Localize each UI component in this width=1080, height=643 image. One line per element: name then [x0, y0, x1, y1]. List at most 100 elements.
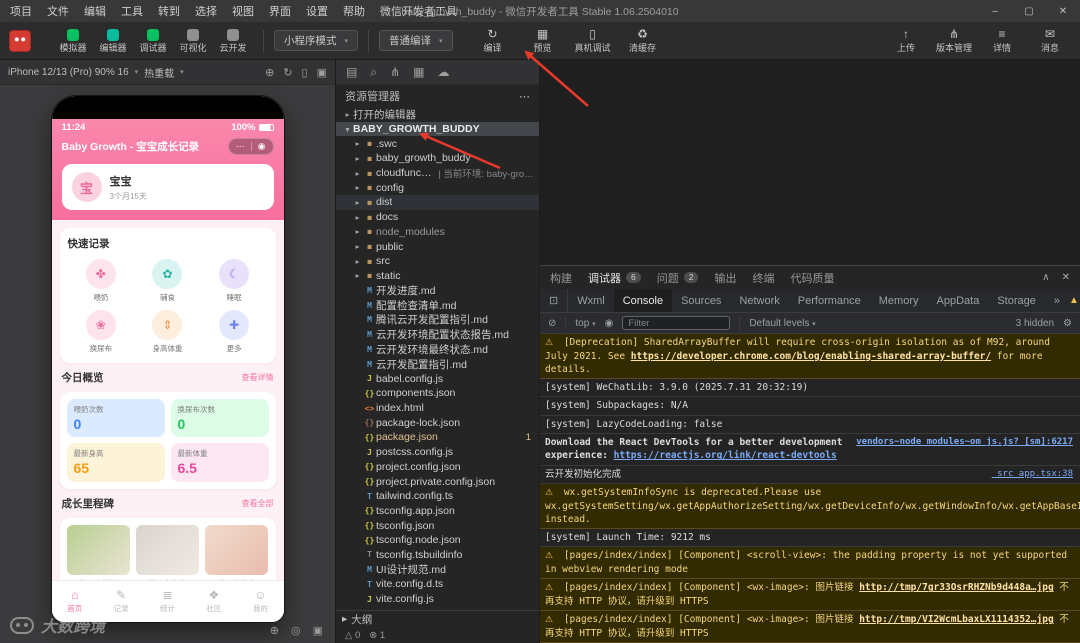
panel-icon[interactable]: ▣: [313, 624, 323, 637]
clear-cache-button[interactable]: ♻ 清缓存: [623, 28, 663, 53]
tree-item[interactable]: J babel.config.js: [336, 371, 539, 386]
menu-item[interactable]: 工具: [121, 3, 143, 19]
capsule-button[interactable]: ⋯ ◉: [227, 138, 274, 155]
live-expression-icon[interactable]: ◉: [605, 318, 614, 329]
tree-item[interactable]: <> index.html: [336, 401, 539, 416]
menu-item[interactable]: 选择: [195, 3, 217, 19]
tree-item[interactable]: M 开发进度.md: [336, 283, 539, 298]
mode-dropdown[interactable]: 小程序模式 ▾: [274, 30, 359, 51]
real-device-debug-button[interactable]: ▯ 真机调试: [573, 28, 613, 53]
tree-item[interactable]: ▸ ◼ src: [336, 254, 539, 269]
console-filter-input[interactable]: [622, 316, 731, 330]
capsule-more-icon[interactable]: ⋯: [236, 141, 245, 152]
debugger-tab[interactable]: 调试器 6: [588, 270, 641, 286]
devtools-tab[interactable]: Wxml: [568, 289, 614, 312]
menu-item[interactable]: 转到: [158, 3, 180, 19]
devtools-tab[interactable]: Memory: [870, 289, 928, 312]
tree-item[interactable]: M 配置检查清单.md: [336, 298, 539, 313]
tab-bar-item[interactable]: ☺ 我的: [237, 581, 283, 622]
menu-item[interactable]: 编辑: [84, 3, 106, 19]
tree-item[interactable]: {} tsconfig.app.json: [336, 504, 539, 519]
devtools-tab[interactable]: Storage: [988, 289, 1045, 312]
move-icon[interactable]: ⊕: [270, 624, 279, 637]
tree-item[interactable]: M 云开发环境配置状态报告.md: [336, 327, 539, 342]
tree-item[interactable]: {} package.json 1: [336, 430, 539, 445]
tree-item[interactable]: ▸ ◼ dist: [336, 195, 539, 210]
tree-item[interactable]: ▸ ◼ .swc: [336, 136, 539, 151]
tree-item[interactable]: M UI设计规范.md: [336, 562, 539, 577]
inspect-device-icon[interactable]: ⊡: [540, 289, 569, 312]
panel-toggle-button[interactable]: 编辑器: [93, 28, 133, 53]
tree-item[interactable]: {} package-lock.json: [336, 415, 539, 430]
tab-bar-item[interactable]: ❖ 社区: [191, 581, 237, 622]
tree-item[interactable]: {} tsconfig.node.json: [336, 533, 539, 548]
devtools-tab[interactable]: »: [1045, 289, 1069, 312]
milestones-link[interactable]: 查看全部: [242, 498, 274, 509]
version-manage-button[interactable]: ⋔ 版本管理: [934, 28, 974, 53]
console-link[interactable]: https://developer.chrome.com/blog/enabli…: [631, 351, 991, 362]
tree-item[interactable]: ▸ ◼ cloudfunctions | 当前环境: baby-growth-…: [336, 166, 539, 181]
console-source-link[interactable]: vendors~node_modules~om_js.js? [sm]:6217: [856, 436, 1073, 449]
devtools-tab[interactable]: Performance: [789, 289, 870, 312]
quick-record-item[interactable]: ✚ 更多: [201, 310, 268, 354]
tree-item[interactable]: ▾ BABY_GROWTH_BUDDY: [336, 121, 539, 137]
upload-button[interactable]: ↑ 上传: [886, 28, 926, 53]
tree-item[interactable]: {} tsconfig.json: [336, 518, 539, 533]
menu-item[interactable]: 项目: [10, 3, 32, 19]
tree-item[interactable]: {} components.json: [336, 386, 539, 401]
panel-toggle-button[interactable]: 模拟器: [53, 28, 93, 53]
tree-item[interactable]: M 腾讯云开发配置指引.md: [336, 313, 539, 328]
debugger-tab[interactable]: 输出: [714, 270, 736, 286]
menu-item[interactable]: 设置: [306, 3, 328, 19]
tree-item[interactable]: {} project.config.json: [336, 460, 539, 475]
debugger-tab[interactable]: 构建: [550, 270, 572, 286]
messages-button[interactable]: ✉ 消息: [1030, 28, 1070, 53]
close-icon[interactable]: ✕: [1046, 0, 1080, 22]
devtools-tab[interactable]: Sources: [672, 289, 730, 312]
outline-section[interactable]: ▸ 大纲: [336, 610, 539, 627]
menu-item[interactable]: 帮助: [343, 3, 365, 19]
close-panel-icon[interactable]: ✕: [1062, 272, 1070, 283]
quick-record-item[interactable]: ☾ 睡眠: [201, 259, 268, 303]
milestone-item[interactable]: 第一次微笑: [66, 524, 130, 580]
locate-icon[interactable]: ⊕: [265, 66, 274, 79]
quick-record-item[interactable]: ✤ 喂奶: [68, 259, 135, 303]
multi-window-icon[interactable]: ▣: [317, 66, 327, 79]
tree-item[interactable]: T vite.config.d.ts: [336, 577, 539, 592]
milestone-item[interactable]: 第一次抬头: [205, 524, 269, 580]
menu-item[interactable]: 界面: [269, 3, 291, 19]
debugger-tab[interactable]: 代码质量: [790, 270, 834, 286]
tree-item[interactable]: ▸ ◼ static: [336, 269, 539, 284]
device-dropdown[interactable]: iPhone 12/13 (Pro) 90% 16: [8, 67, 129, 78]
frame-context-dropdown[interactable]: top ▾: [575, 318, 595, 329]
rotate-icon[interactable]: ↻: [283, 66, 292, 79]
panel-toggle-button[interactable]: 云开发: [213, 28, 253, 53]
preview-button[interactable]: ▦ 预览: [523, 28, 563, 53]
console-link[interactable]: http://tmp/VI2WcmLbaxLX1114352…jpg: [859, 614, 1053, 625]
quick-record-item[interactable]: ❀ 换尿布: [68, 310, 135, 354]
compile-button[interactable]: ↻ 编译: [473, 28, 513, 53]
tree-item[interactable]: ▸ ◼ baby_growth_buddy: [336, 151, 539, 166]
panel-toggle-button[interactable]: 可视化: [173, 28, 213, 53]
tree-item[interactable]: {} project.private.config.json: [336, 474, 539, 489]
tab-bar-item[interactable]: ≣ 统计: [144, 581, 190, 622]
devtools-tab[interactable]: AppData: [928, 289, 989, 312]
tree-item[interactable]: M 云开发环境最终状态.md: [336, 342, 539, 357]
debugger-tab[interactable]: 问题 2: [657, 270, 699, 286]
devtools-tab[interactable]: Console: [613, 289, 673, 312]
tree-item[interactable]: ▸ ◼ config: [336, 180, 539, 195]
device-frame-icon[interactable]: ▯: [302, 66, 308, 79]
tree-item[interactable]: T tailwind.config.ts: [336, 489, 539, 504]
tree-item[interactable]: J vite.config.js: [336, 592, 539, 607]
tree-item[interactable]: ▸ ◼ docs: [336, 210, 539, 225]
log-levels-dropdown[interactable]: Default levels ▾: [749, 318, 815, 329]
menu-item[interactable]: 文件: [47, 3, 69, 19]
capsule-target-icon[interactable]: ◉: [258, 141, 266, 152]
search-icon[interactable]: ⌕: [370, 65, 377, 80]
hot-reload-dropdown[interactable]: 热重载: [144, 65, 174, 80]
compile-mode-dropdown[interactable]: 普通编译 ▾: [379, 30, 453, 51]
quick-record-item[interactable]: ✿ 辅食: [134, 259, 201, 303]
quick-record-item[interactable]: ⇕ 身高体重: [134, 310, 201, 354]
files-icon[interactable]: ▤: [346, 65, 357, 79]
tree-item[interactable]: ▸ ◼ public: [336, 239, 539, 254]
